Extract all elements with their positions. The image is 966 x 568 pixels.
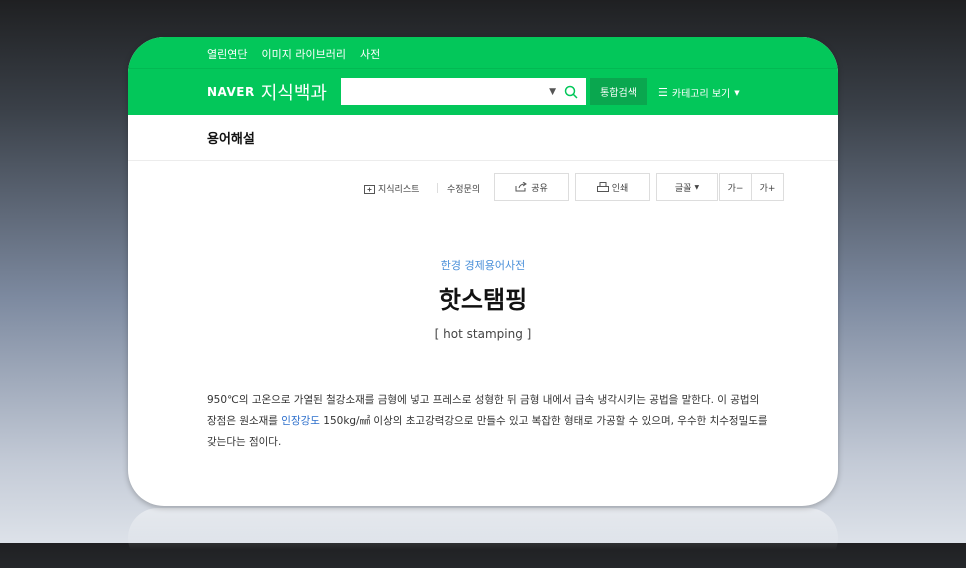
share-icon — [515, 182, 528, 192]
dictionary-source-link[interactable]: 한경 경제용어사전 — [128, 257, 838, 273]
print-label: 인쇄 — [611, 183, 629, 194]
search-input[interactable] — [347, 78, 550, 105]
share-label: 공유 — [531, 183, 548, 194]
top-navigation: 열린연단 이미지 라이브러리 사전 — [207, 46, 380, 62]
service-name: 지식백과 — [260, 83, 327, 104]
list-icon: ☰ — [658, 86, 668, 99]
header-bar: 열린연단 이미지 라이브러리 사전 NAVER 지식백과 ▼ 통합검색 ☰ 카테… — [128, 37, 838, 115]
entry-english: [ hot stamping ] — [434, 327, 532, 341]
card-reflection — [128, 508, 838, 568]
knowledge-list-label: 지식리스트 — [378, 185, 420, 195]
chevron-down-icon: ▼ — [694, 183, 700, 191]
nav-open-lecture[interactable]: 열린연단 — [207, 46, 247, 62]
font-smaller-button[interactable]: 가− — [720, 174, 751, 200]
font-larger-button[interactable]: 가+ — [751, 174, 783, 200]
font-size-control: 가− 가+ — [719, 173, 784, 201]
divider — [128, 68, 838, 69]
add-folder-icon — [364, 184, 375, 194]
edit-request-label: 수정문의 — [447, 185, 481, 195]
dictionary-window: 열린연단 이미지 라이브러리 사전 NAVER 지식백과 ▼ 통합검색 ☰ 카테… — [128, 37, 838, 506]
edit-request-link[interactable]: 수정문의 — [447, 182, 480, 195]
knowledge-list-button[interactable]: 지식리스트 — [364, 182, 419, 195]
integrated-search-button[interactable]: 통합검색 — [590, 78, 647, 105]
entry-body: 950℃의 고온으로 가열된 철강소재를 금형에 넣고 프레스로 성형한 뒤 금… — [207, 390, 783, 453]
nav-image-library[interactable]: 이미지 라이브러리 — [261, 46, 345, 62]
search-icon[interactable] — [564, 85, 578, 99]
share-button[interactable]: 공유 — [494, 173, 569, 201]
font-select-button[interactable]: 글꼴 ▼ — [656, 173, 718, 201]
chevron-down-icon[interactable]: ▼ — [549, 87, 556, 97]
font-label: 글꼴 — [674, 183, 692, 194]
divider — [437, 183, 438, 193]
article-toolbar: 지식리스트 수정문의 공유 인쇄 글꼴 ▼ 가− 가+ — [128, 173, 838, 203]
category-label: 카테고리 보기 — [671, 89, 731, 100]
print-icon — [596, 182, 609, 192]
search-box: ▼ — [341, 78, 586, 105]
logo[interactable]: NAVER 지식백과 — [207, 79, 327, 105]
entry-title: 핫스탬핑 — [438, 286, 528, 314]
tensile-strength-link[interactable]: 인장강도 — [281, 415, 320, 427]
section-title: 용어해설 — [128, 115, 838, 161]
chevron-down-icon: ▼ — [734, 88, 740, 97]
naver-logo-text: NAVER — [207, 85, 255, 99]
category-view-button[interactable]: ☰ 카테고리 보기 ▼ — [658, 85, 740, 100]
print-button[interactable]: 인쇄 — [575, 173, 650, 201]
nav-dictionary[interactable]: 사전 — [360, 46, 380, 62]
